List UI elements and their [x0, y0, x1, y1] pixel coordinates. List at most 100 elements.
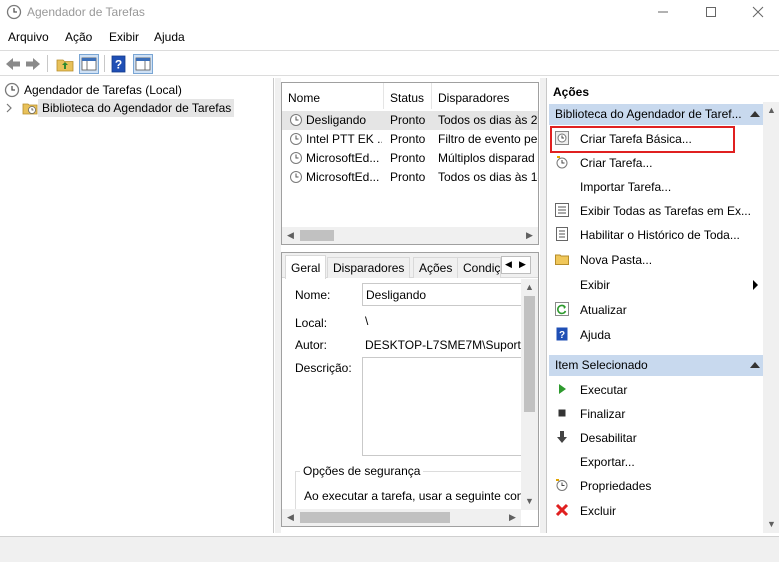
menu-bar: Arquivo Ação Exibir Ajuda	[0, 27, 779, 47]
task-row[interactable]: MicrosoftEd... Pronto Todos os dias às 1…	[282, 168, 538, 187]
show-hide-console-tree-icon[interactable]	[79, 54, 99, 74]
task-clock-icon	[290, 133, 302, 145]
task-scheduler-clock-icon	[6, 4, 22, 20]
task-clock-icon	[290, 114, 302, 126]
collapse-up-icon[interactable]	[750, 362, 760, 368]
scroll-thumb[interactable]	[300, 512, 450, 523]
action-create-task[interactable]: Criar Tarefa...	[549, 152, 764, 174]
description-label: Descrição:	[295, 361, 352, 375]
scroll-down-icon[interactable]: ▼	[521, 493, 538, 510]
tab-scroll-buttons[interactable]: ◀ ▶	[501, 256, 531, 274]
action-enable-history[interactable]: Habilitar o Histórico de Toda...	[549, 224, 764, 246]
svg-text:?: ?	[115, 58, 122, 72]
back-arrow-icon[interactable]	[3, 54, 23, 74]
tab-scroll-left-icon[interactable]: ◀	[505, 259, 512, 270]
task-details-pane: Geral Disparadores Ações Condiç ◀ ▶ Nome…	[281, 252, 539, 527]
forward-arrow-icon[interactable]	[23, 54, 43, 74]
actions-vscrollbar[interactable]: ▲ ▼	[763, 102, 779, 533]
actions-title: Ações	[553, 85, 590, 99]
details-vscrollbar[interactable]: ▲ ▼	[521, 279, 538, 510]
task-status: Pronto	[390, 151, 426, 165]
task-row[interactable]: Intel PTT EK ... Pronto Filtro de evento…	[282, 130, 538, 149]
run-icon	[559, 384, 566, 394]
scroll-thumb[interactable]	[300, 230, 334, 241]
menu-exibir[interactable]: Exibir	[109, 30, 139, 44]
security-text: Ao executar a tarefa, usar a seguinte co…	[304, 489, 524, 503]
scroll-left-icon[interactable]: ◀	[282, 509, 299, 526]
status-bar	[0, 536, 779, 562]
help-icon: ?	[556, 327, 568, 341]
action-export[interactable]: Exportar...	[549, 451, 764, 473]
tree-item-root-label: Agendador de Tarefas (Local)	[24, 83, 182, 97]
task-trigger: Todos os dias às 23	[438, 113, 538, 127]
details-hscrollbar[interactable]: ◀ ▶	[282, 509, 521, 526]
task-clock-icon	[290, 171, 302, 183]
tree-item-library-label: Biblioteca do Agendador de Tarefas	[42, 101, 232, 115]
task-status: Pronto	[390, 132, 426, 146]
task-list-hscrollbar[interactable]: ◀ ▶	[282, 227, 538, 244]
section-header-library[interactable]: Biblioteca do Agendador de Taref...	[549, 104, 764, 125]
security-group-label: Opções de segurança	[300, 464, 424, 478]
action-label: Excluir	[580, 504, 617, 518]
column-header-name[interactable]: Nome	[282, 83, 384, 109]
show-hide-action-pane-icon[interactable]	[133, 54, 153, 74]
action-refresh[interactable]: Atualizar	[549, 299, 764, 321]
action-properties[interactable]: Propriedades	[549, 475, 764, 497]
end-icon	[558, 409, 566, 417]
menu-arquivo[interactable]: Arquivo	[8, 30, 49, 44]
collapse-up-icon[interactable]	[750, 111, 760, 117]
tab-scroll-right-icon[interactable]: ▶	[519, 259, 526, 270]
tab-triggers[interactable]: Disparadores	[327, 257, 411, 278]
action-view[interactable]: Exibir	[549, 274, 764, 296]
tab-actions[interactable]: Ações	[413, 257, 459, 278]
task-row[interactable]: MicrosoftEd... Pronto Múltiplos disparad	[282, 149, 538, 168]
minimize-icon	[658, 11, 668, 13]
column-header-triggers[interactable]: Disparadores	[432, 83, 538, 109]
tab-general[interactable]: Geral	[285, 255, 327, 279]
maximize-button[interactable]	[688, 0, 734, 25]
column-header-status[interactable]: Status	[384, 83, 432, 109]
section-header-selected-label: Item Selecionado	[555, 358, 648, 372]
scroll-thumb[interactable]	[524, 296, 535, 412]
scroll-up-icon[interactable]: ▲	[521, 279, 538, 296]
action-run[interactable]: Executar	[549, 379, 764, 401]
history-icon	[556, 227, 568, 241]
task-name: MicrosoftEd...	[306, 170, 380, 184]
close-button[interactable]	[735, 0, 779, 25]
title-bar: Agendador de Tarefas	[0, 0, 779, 25]
task-row[interactable]: Desligando Pronto Todos os dias às 23	[282, 111, 538, 130]
up-folder-icon[interactable]	[55, 54, 75, 74]
tree-item-library[interactable]: Biblioteca do Agendador de Tarefas	[6, 99, 234, 117]
description-field[interactable]	[362, 357, 522, 456]
action-label: Ajuda	[580, 328, 611, 342]
action-delete[interactable]: Excluir	[549, 500, 764, 522]
action-end[interactable]: Finalizar	[549, 403, 764, 425]
chevron-right-icon[interactable]	[6, 103, 14, 113]
scroll-right-icon[interactable]: ▶	[521, 227, 538, 244]
action-disable[interactable]: Desabilitar	[549, 427, 764, 449]
action-new-folder[interactable]: Nova Pasta...	[549, 249, 764, 271]
delete-icon	[555, 503, 569, 517]
tab-conditions[interactable]: Condiç	[457, 257, 501, 278]
action-label: Exportar...	[580, 455, 635, 469]
scroll-up-icon[interactable]: ▲	[763, 102, 779, 119]
action-import-task[interactable]: Importar Tarefa...	[549, 176, 764, 198]
task-name: Desligando	[306, 113, 367, 127]
action-label: Criar Tarefa...	[580, 156, 653, 170]
scroll-right-icon[interactable]: ▶	[504, 509, 521, 526]
properties-icon	[556, 479, 568, 491]
scroll-down-icon[interactable]: ▼	[763, 516, 779, 533]
menu-acao[interactable]: Ação	[65, 30, 92, 44]
action-show-running-tasks[interactable]: Exibir Todas as Tarefas em Ex...	[549, 200, 764, 222]
scroll-left-icon[interactable]: ◀	[282, 227, 299, 244]
action-help[interactable]: ? Ajuda	[549, 324, 764, 346]
menu-ajuda[interactable]: Ajuda	[154, 30, 185, 44]
name-field[interactable]: Desligando	[362, 283, 522, 306]
author-value: DESKTOP-L7SME7M\Suporte	[365, 338, 528, 352]
maximize-icon	[706, 7, 716, 17]
section-header-selected-item[interactable]: Item Selecionado	[549, 355, 764, 376]
help-icon[interactable]: ?	[109, 54, 129, 74]
task-status: Pronto	[390, 113, 426, 127]
minimize-button[interactable]	[640, 0, 686, 25]
action-label: Executar	[580, 383, 628, 397]
